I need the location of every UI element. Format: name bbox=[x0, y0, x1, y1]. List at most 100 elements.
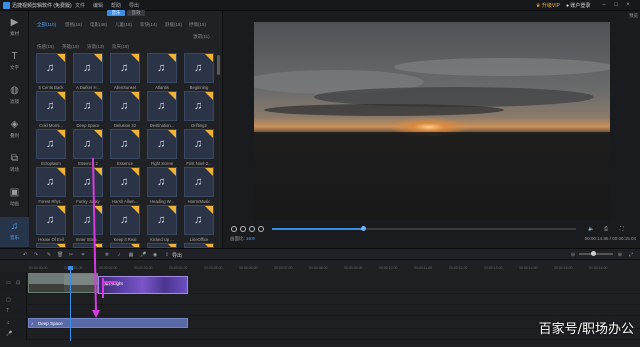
redo-icon[interactable]: ↷ bbox=[33, 252, 39, 258]
menu-edit[interactable]: 编辑 bbox=[93, 2, 103, 9]
close-icon[interactable]: × bbox=[624, 1, 632, 9]
prev-frame-icon[interactable] bbox=[231, 226, 237, 232]
music-tile[interactable]: ♫ bbox=[110, 91, 140, 121]
account-login-button[interactable]: ● 账户登录 bbox=[566, 2, 590, 9]
filter-exciting[interactable]: 激昂(11) bbox=[193, 34, 210, 40]
edit-icon[interactable]: ✎ bbox=[46, 252, 52, 258]
split-icon[interactable]: ✂ bbox=[68, 252, 74, 258]
aspect-prefix: 画面比: bbox=[230, 236, 245, 241]
music-tile-label: A Darker H... bbox=[76, 85, 100, 90]
next-frame-icon[interactable] bbox=[258, 226, 264, 232]
video-clip[interactable] bbox=[28, 273, 98, 293]
timeline-zoom-slider[interactable] bbox=[579, 251, 613, 256]
nav-overlay[interactable]: ◈ 叠附 bbox=[0, 115, 29, 145]
minimize-icon[interactable]: – bbox=[600, 1, 608, 9]
library-scrollbar[interactable] bbox=[217, 55, 220, 75]
filter-sad[interactable]: 伤感(16) bbox=[37, 44, 54, 50]
zoom-in-icon[interactable]: ⊕ bbox=[617, 252, 623, 258]
music-tile-label: Harsh Allam... bbox=[111, 199, 139, 204]
effect-clip[interactable]: 素材Light bbox=[98, 276, 188, 294]
music-tile[interactable]: ♫ bbox=[110, 129, 140, 159]
filter-cheerful[interactable]: 欢快(14) bbox=[140, 22, 157, 28]
music-tile-label: House Of Evil bbox=[38, 237, 64, 242]
filter-melodic[interactable]: 悠扬(16) bbox=[65, 22, 82, 28]
music-tile[interactable]: ♫ bbox=[147, 53, 177, 83]
filter-kids[interactable]: 儿童(18) bbox=[115, 22, 132, 28]
premium-badge-icon bbox=[168, 206, 176, 214]
filter-celebration[interactable]: 欢庆(18) bbox=[112, 44, 129, 50]
music-tile[interactable]: ♫ bbox=[36, 167, 66, 197]
tab-sound-effects[interactable]: 音效 bbox=[127, 10, 145, 16]
export-label[interactable]: 导出 bbox=[172, 252, 182, 259]
music-tile[interactable]: ♫ bbox=[36, 205, 66, 235]
music-tile[interactable]: ♫ bbox=[184, 129, 214, 159]
premium-badge-icon bbox=[94, 206, 102, 214]
premium-badge-icon bbox=[131, 168, 139, 176]
music-tile[interactable]: ♫ bbox=[147, 167, 177, 197]
music-tile[interactable]: ♫ bbox=[184, 91, 214, 121]
fit-timeline-icon[interactable]: ⤢ bbox=[628, 252, 634, 258]
track-lock-icon[interactable]: ⊡ bbox=[16, 280, 20, 286]
record-icon[interactable]: ◉ bbox=[152, 252, 158, 258]
zoom-slider-knob[interactable] bbox=[591, 251, 596, 256]
timeline-ruler[interactable]: 00:00:00.00 00:00:01.00 00:00:02.00 00:00:0… bbox=[27, 260, 640, 270]
music-tile[interactable]: ♫ bbox=[73, 205, 103, 235]
music-tile[interactable]: ♫ bbox=[147, 205, 177, 235]
fullscreen-icon[interactable]: ⛶ bbox=[620, 226, 624, 232]
music-tile[interactable]: ♫ bbox=[147, 91, 177, 121]
music-tile[interactable]: ♫ bbox=[36, 53, 66, 83]
music-tile[interactable]: ♫ bbox=[36, 91, 66, 121]
play-icon[interactable] bbox=[240, 226, 246, 232]
freeze-icon[interactable]: ❄ bbox=[104, 252, 110, 258]
filter-all[interactable]: 全部(110) bbox=[37, 22, 56, 28]
tab-music[interactable]: 音乐 bbox=[107, 10, 125, 16]
maximize-icon[interactable]: □ bbox=[612, 1, 620, 9]
upgrade-vip-button[interactable]: ♛ 升级VIP bbox=[536, 2, 560, 9]
music-tile[interactable]: ♫ bbox=[36, 129, 66, 159]
music-tile[interactable]: ♫ bbox=[73, 53, 103, 83]
music-tile[interactable]: ♫ bbox=[73, 129, 103, 159]
music-tile[interactable]: ♫ bbox=[147, 129, 177, 159]
volume-icon[interactable]: 🔈 bbox=[588, 226, 594, 232]
delete-icon[interactable]: 🗑 bbox=[57, 252, 63, 258]
nav-transition[interactable]: ⧉ 转场 bbox=[0, 149, 29, 179]
music-tile[interactable]: ♫ bbox=[184, 205, 214, 235]
nav-media[interactable]: ▶ 素材 bbox=[0, 13, 29, 43]
menu-export[interactable]: 导出 bbox=[129, 2, 139, 9]
nav-music[interactable]: ♫ 音乐 bbox=[0, 217, 29, 247]
mosaic-icon[interactable]: ▦ bbox=[128, 252, 134, 258]
music-tile[interactable]: ♫ bbox=[110, 205, 140, 235]
music-tile[interactable]: ♫ bbox=[73, 91, 103, 121]
menu-help[interactable]: 帮助 bbox=[111, 2, 121, 9]
nav-text[interactable]: T 文字 bbox=[0, 47, 29, 77]
music-tile[interactable]: ♫ bbox=[110, 53, 140, 83]
filter-lyrical[interactable]: 抒情(15) bbox=[189, 22, 206, 28]
playback-progress[interactable] bbox=[272, 226, 576, 231]
music-tile[interactable]: ♫ bbox=[110, 167, 140, 197]
nav-filter[interactable]: ◍ 滤镜 bbox=[0, 81, 29, 111]
snapshot-icon[interactable]: ⎙ bbox=[604, 226, 608, 232]
music-tile[interactable]: ♫ bbox=[73, 167, 103, 197]
filter-soothing[interactable]: 舒缓(18) bbox=[165, 22, 182, 28]
filter-hero[interactable]: 英雄(18) bbox=[62, 44, 79, 50]
microphone-icon[interactable]: 🎤 bbox=[140, 252, 146, 258]
nav-animation[interactable]: ▣ 动画 bbox=[0, 183, 29, 213]
menu-file[interactable]: 文件 bbox=[75, 2, 85, 9]
audio-clip[interactable]: ♪ Deep Space bbox=[28, 318, 188, 328]
stop-icon[interactable] bbox=[249, 226, 255, 232]
filter-humor[interactable]: 诙谐(13) bbox=[87, 44, 104, 50]
music-note-icon: ♫ bbox=[120, 138, 129, 150]
zoom-out-icon[interactable]: ⊖ bbox=[570, 252, 576, 258]
premium-badge-icon bbox=[94, 54, 102, 62]
export-icon[interactable]: ⇪ bbox=[164, 252, 170, 258]
aspect-ratio[interactable]: 画面比: 16:9 bbox=[230, 236, 255, 242]
undo-icon[interactable]: ↶ bbox=[22, 252, 28, 258]
filter-movie[interactable]: 电影(48) bbox=[90, 22, 107, 28]
crop-icon[interactable]: ⌗ bbox=[80, 252, 86, 258]
music-tile[interactable]: ♫ bbox=[184, 167, 214, 197]
music-tile[interactable]: ♫ bbox=[184, 53, 214, 83]
music-note-icon: ♫ bbox=[46, 214, 55, 226]
playhead[interactable] bbox=[70, 268, 71, 341]
audio-detach-icon[interactable]: ♪ bbox=[116, 252, 122, 258]
speed-icon[interactable]: ◔ bbox=[92, 252, 98, 258]
